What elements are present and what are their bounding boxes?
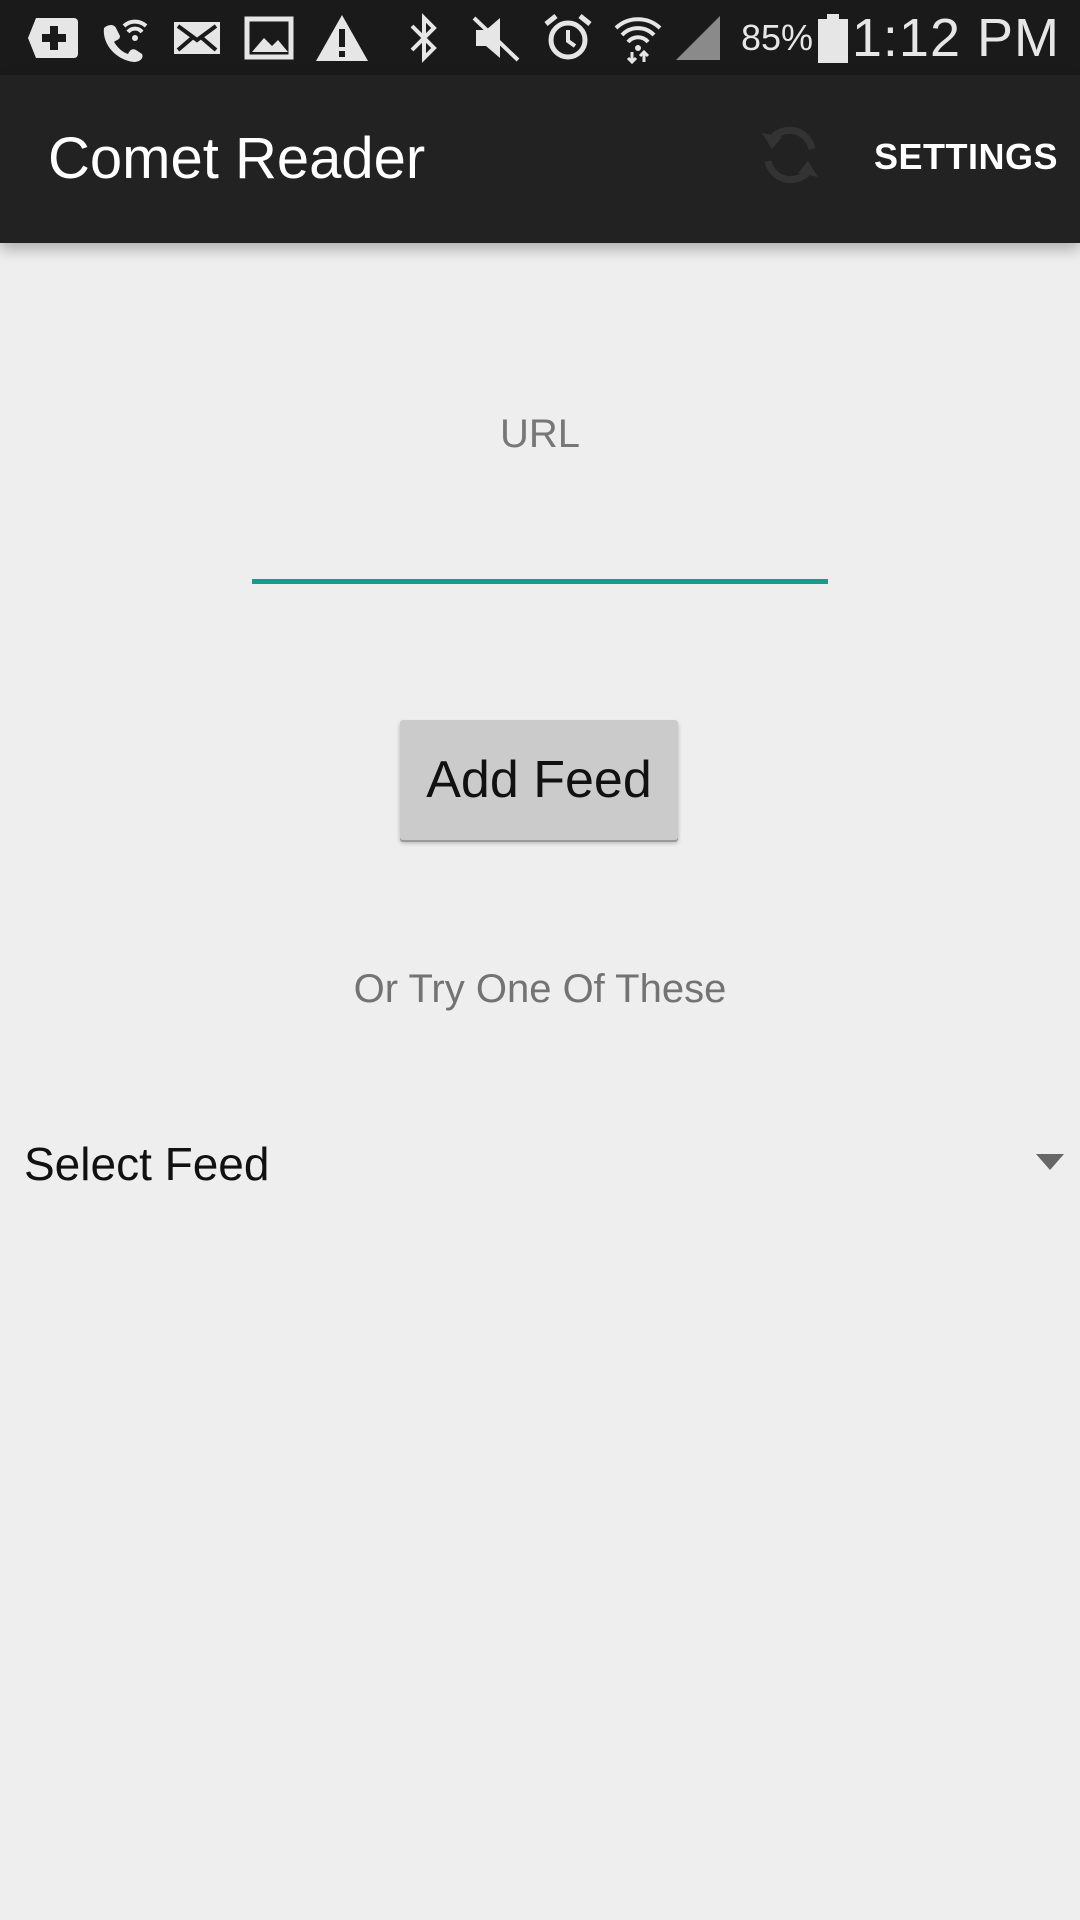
warning-icon [314, 12, 370, 64]
settings-button[interactable]: SETTINGS [874, 135, 1058, 179]
try-these-label: Or Try One Of These [353, 967, 727, 1011]
status-bar: 85% 1:12 PM [0, 0, 1080, 75]
alarm-icon [542, 12, 594, 64]
refresh-icon [754, 119, 826, 196]
select-feed-label: Select Feed [24, 1138, 270, 1190]
url-label: URL [499, 412, 581, 456]
wifi-calling-icon [98, 12, 152, 64]
select-feed-dropdown[interactable]: Select Feed [0, 1120, 1080, 1206]
battery-icon [816, 12, 850, 64]
mail-icon [172, 12, 222, 64]
mute-icon [470, 12, 522, 64]
bluetooth-icon [404, 12, 444, 64]
refresh-button[interactable] [750, 117, 830, 197]
image-icon [244, 12, 294, 64]
wifi-icon [612, 12, 664, 64]
app-title: Comet Reader [48, 126, 426, 191]
battery-percent: 85% [741, 17, 814, 58]
signal-icon [674, 12, 724, 64]
dropdown-arrow-icon [1034, 1152, 1066, 1177]
app-bar: Comet Reader SETTINGS [0, 75, 1080, 243]
status-time: 1:12 PM [851, 8, 1060, 68]
add-feed-button[interactable]: Add Feed [400, 720, 678, 840]
add-box-icon [26, 12, 82, 64]
url-input[interactable] [252, 500, 828, 584]
screen: 85% 1:12 PM Comet Reader SETTINGS URL Ad… [0, 0, 1080, 1920]
